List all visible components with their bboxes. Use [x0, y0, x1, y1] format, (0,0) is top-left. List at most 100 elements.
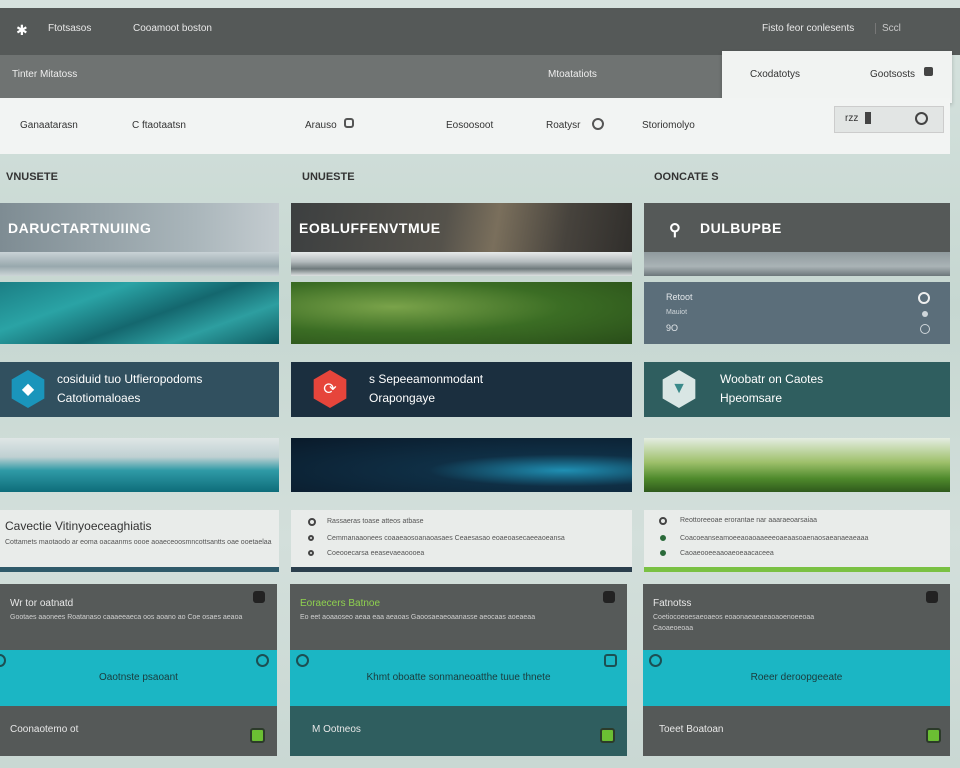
- dark-card-2-menu-icon[interactable]: [603, 591, 615, 603]
- text-card-3-bar: [644, 567, 950, 572]
- nav-item-6[interactable]: Storiomolyo: [642, 120, 695, 131]
- topbar-right-1[interactable]: Fisto feor conlesents: [762, 23, 854, 34]
- banner-3-image: [644, 252, 950, 276]
- footer-card-2[interactable]: M Ootneos: [290, 706, 627, 756]
- ocean-image: [0, 282, 279, 344]
- cyan-action-3[interactable]: Roeer deroopgeeate: [643, 650, 950, 706]
- popup-square-icon[interactable]: [924, 67, 933, 76]
- panel-3-line-1: Woobatr on Caotes: [720, 372, 824, 386]
- panel-2-line-1: s Sepeeamonmodant: [369, 372, 484, 386]
- dark-card-2[interactable]: Eoraecers Batnoe Eo eet aoaaoseo aeaa ea…: [290, 584, 627, 650]
- nav-item-5[interactable]: Roatysr: [546, 120, 580, 131]
- nav-item-2[interactable]: C ftaotaatsn: [132, 120, 186, 131]
- bullet-icon-3: [308, 550, 314, 556]
- info-card-line-1: Retoot: [666, 292, 693, 302]
- text-card-3-row-2: Coacoeanseamoeeaoaoaaeeeoaeaasoaenaosaea…: [680, 535, 869, 542]
- text-card-3[interactable]: Reottoreeoae erorantae nar aaaraeoarsaia…: [644, 510, 950, 572]
- cyan-1-left-icon: [0, 654, 6, 667]
- bullet-icon-6: [660, 550, 666, 556]
- nav-refresh-icon[interactable]: [592, 118, 604, 130]
- dark-card-1-sub: Gootaes aaonees Roatanaso caaaeeaeca oos…: [10, 614, 243, 621]
- popup-right[interactable]: Gootsosts: [870, 69, 915, 80]
- footer-card-1-label: Coonaotemo ot: [10, 724, 79, 735]
- text-card-3-row-3: Caoaeooeeaaoaeoeaacaceea: [680, 550, 774, 557]
- dark-card-1[interactable]: Wr tor oatnatd Gootaes aaonees Roatanaso…: [0, 584, 277, 650]
- text-card-1-title: Cavectie Vitinyoeceaghiatis: [5, 519, 152, 533]
- dark-card-3[interactable]: Fatnotss Coetiocoeoesaeoaeos eoaonaeaeae…: [643, 584, 950, 650]
- nav-tool-circle-icon[interactable]: [915, 112, 928, 125]
- bullet-icon-1: [308, 518, 316, 526]
- grass-image: [644, 438, 950, 492]
- text-card-2-row-3: Coeooecarsa eeasevaeaoooea: [327, 550, 425, 557]
- topbar-item-1[interactable]: Ftotsasos: [48, 23, 91, 34]
- text-card-3-row-1: Reottoreeoae erorantae nar aaaraeoarsaia…: [680, 517, 817, 524]
- popup-left[interactable]: Cxodatotys: [750, 69, 800, 80]
- footer-card-3[interactable]: Toeet Boatoan: [643, 706, 950, 756]
- app-logo-icon[interactable]: ✱: [16, 22, 32, 38]
- nav-tool-box: rzz: [834, 106, 944, 133]
- footer-1-green-icon[interactable]: [250, 728, 265, 743]
- dark-card-1-menu-icon[interactable]: [253, 591, 265, 603]
- text-card-1-bar: [0, 567, 279, 572]
- cyan-action-2[interactable]: Khmt oboatte sonmaneoatthe tuue thnete: [290, 650, 627, 706]
- info-card-line-2: Mauiot: [666, 309, 688, 316]
- banner-2-title: EOBLUFFENVTMUE: [299, 220, 441, 236]
- column-header-3: OONCATE S: [654, 171, 719, 183]
- dark-card-3-menu-icon[interactable]: [926, 591, 938, 603]
- info-small-circle-icon[interactable]: [920, 324, 930, 334]
- panel-3-line-2: Hpeomsare: [720, 391, 783, 405]
- text-card-1[interactable]: Cavectie Vitinyoeceaghiatis Cottamets ma…: [0, 510, 279, 572]
- cyan-action-1[interactable]: Oaotnste psaoant: [0, 650, 277, 706]
- cyan-action-2-label: Khmt oboatte sonmaneoatthe tuue thnete: [366, 672, 551, 683]
- footer-card-3-label: Toeet Boatoan: [659, 724, 724, 735]
- cyan-3-left-icon: [649, 654, 662, 667]
- text-card-2-row-1: Rassaeras toase atteos atbase: [327, 518, 424, 525]
- dropdown-popup: Cxodatotys Gootsosts: [722, 51, 952, 103]
- space-image: [291, 438, 632, 492]
- topbar-right-2[interactable]: Sccl: [875, 23, 901, 34]
- feature-panel-3[interactable]: ▼ Woobatr on Caotes Hpeomsare: [644, 362, 950, 417]
- secondbar-center[interactable]: Mtoatatiots: [548, 69, 597, 80]
- text-card-2[interactable]: Rassaeras toase atteos atbase Cemmanaaon…: [291, 510, 632, 572]
- nav-tool-bar-icon[interactable]: [865, 112, 871, 124]
- footer-2-green-icon[interactable]: [600, 728, 615, 743]
- cyan-1-right-icon[interactable]: [256, 654, 269, 667]
- footer-card-2-label: M Ootneos: [312, 724, 361, 735]
- info-circle-icon[interactable]: [918, 292, 930, 304]
- banner-1-image: [0, 252, 279, 276]
- nav-item-4[interactable]: Eosoosoot: [446, 120, 493, 131]
- dark-card-3-sub-2: Caoaeoeoaa: [653, 625, 694, 632]
- banner-card-1[interactable]: DARUCTARTNUIING: [0, 203, 279, 253]
- panel-1-line-2: Catotiomaloaes: [57, 391, 141, 405]
- bullet-icon-4: [659, 517, 667, 525]
- secondbar-left[interactable]: Tinter Mitatoss: [12, 69, 77, 80]
- bullet-icon-5: [660, 535, 666, 541]
- banner-card-3[interactable]: ⚲ DULBUPBE: [644, 203, 950, 253]
- info-card-3[interactable]: Retoot Mauiot 9O: [644, 282, 950, 344]
- nav-tool-label[interactable]: rzz: [845, 113, 858, 124]
- panel-2-line-2: Orapongaye: [369, 391, 436, 405]
- text-card-2-bar: [291, 567, 632, 572]
- column-header-2: UNUESTE: [302, 171, 355, 183]
- dark-card-3-title: Fatnotss: [653, 598, 692, 609]
- text-card-2-row-2: Cemmanaaonees coaaeaosoanaoasaes Ceaesas…: [327, 535, 565, 542]
- bullet-icon-2: [308, 535, 314, 541]
- panel-1-line-1: cosiduid tuo Utfieropodoms: [57, 372, 203, 386]
- footer-3-green-icon[interactable]: [926, 728, 941, 743]
- nav-item-3[interactable]: Arauso: [305, 120, 337, 131]
- nav-item-1[interactable]: Ganaatarasn: [20, 120, 78, 131]
- nav-bar: Ganaatarasn C ftaotaatsn Arauso Eosoosoo…: [0, 98, 950, 154]
- text-card-1-sub: Cottamets maotaodo ar eoma oacaanms oooe…: [5, 539, 272, 546]
- dark-card-2-sub: Eo eet aoaaoseo aeaa eaa aeaoas Gaoosaea…: [300, 614, 536, 621]
- dark-card-1-title: Wr tor oatnatd: [10, 598, 74, 609]
- topbar-item-2[interactable]: Cooamoot boston: [133, 23, 212, 34]
- cyan-2-right-icon[interactable]: [604, 654, 617, 667]
- dark-card-2-title: Eoraecers Batnoe: [300, 598, 381, 609]
- banner-3-title: DULBUPBE: [700, 220, 782, 236]
- nav-box-icon[interactable]: [344, 118, 354, 128]
- footer-card-1[interactable]: Coonaotemo ot: [0, 706, 277, 756]
- feature-panel-1[interactable]: ◆ cosiduid tuo Utfieropodoms Catotiomalo…: [0, 362, 279, 417]
- feature-panel-2[interactable]: ⟳ s Sepeeamonmodant Orapongaye: [291, 362, 632, 417]
- funnel-icon: ⚲: [669, 222, 682, 239]
- banner-card-2[interactable]: EOBLUFFENVTMUE: [291, 203, 632, 253]
